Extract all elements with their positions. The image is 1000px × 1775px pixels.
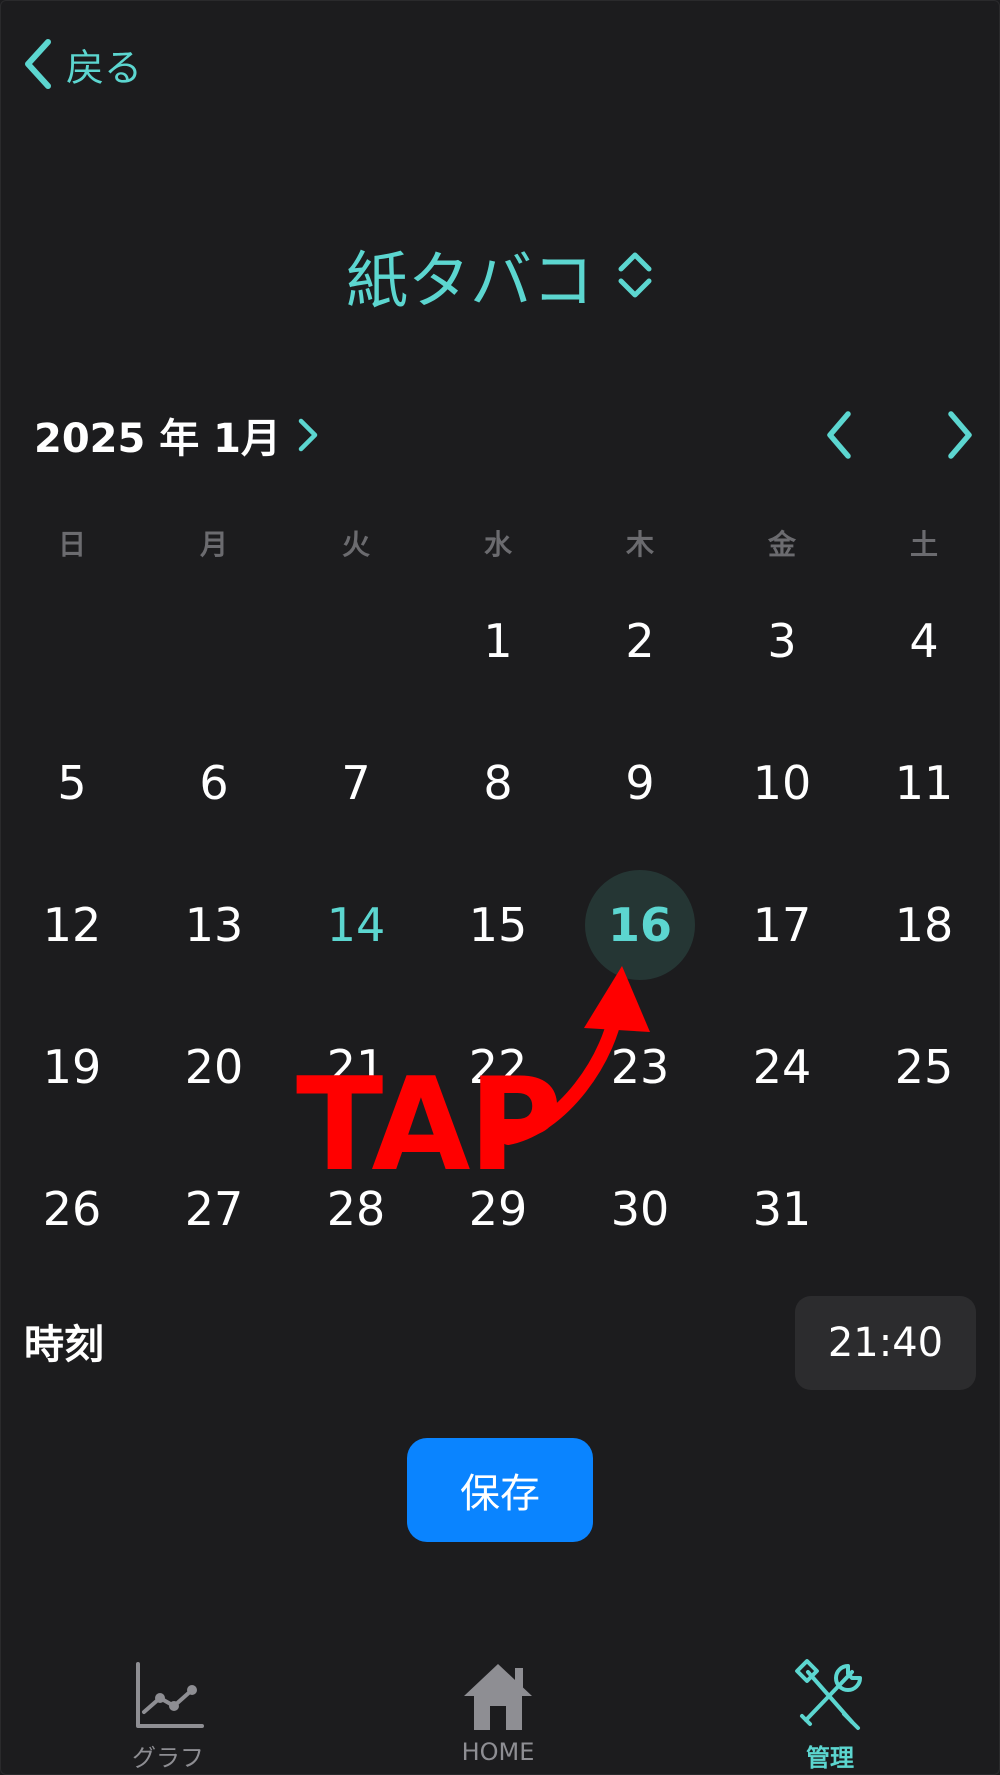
next-month-button[interactable] (930, 405, 990, 465)
calendar-day[interactable]: 9 (585, 728, 695, 838)
up-down-chevron-icon (618, 252, 652, 298)
weekday-label: 日 (57, 528, 86, 561)
calendar-day[interactable]: 25 (869, 1012, 979, 1122)
calendar-day[interactable]: 3 (727, 586, 837, 696)
tab-home-label: HOME (461, 1738, 535, 1766)
calendar-day[interactable]: 14 (301, 870, 411, 980)
calendar-day[interactable]: 11 (869, 728, 979, 838)
weekday-label: 水 (483, 528, 512, 561)
calendar-day[interactable]: 7 (301, 728, 411, 838)
chart-icon (136, 1662, 204, 1728)
calendar-day[interactable]: 24 (727, 1012, 837, 1122)
weekday-label: 土 (909, 528, 938, 561)
category-selector[interactable]: 紙タバコ (0, 230, 1000, 320)
tab-manage-label: 管理 (806, 1744, 854, 1772)
calendar-day[interactable]: 1 (443, 586, 553, 696)
calendar-day[interactable]: 18 (869, 870, 979, 980)
calendar-day[interactable]: 2 (585, 586, 695, 696)
calendar-day[interactable]: 5 (17, 728, 127, 838)
calendar-day[interactable]: 12 (17, 870, 127, 980)
time-picker[interactable]: 21:40 (795, 1296, 976, 1390)
calendar-day[interactable]: 10 (727, 728, 837, 838)
calendar-day[interactable]: 23 (585, 1012, 695, 1122)
chevron-left-icon (25, 39, 51, 89)
chevron-right-icon (298, 418, 318, 452)
weekday-label: 金 (767, 528, 796, 561)
weekday-label: 火 (341, 528, 370, 561)
calendar-day[interactable]: 30 (585, 1154, 695, 1264)
weekday-label: 木 (625, 528, 654, 561)
chevron-right-icon (948, 411, 972, 459)
chevron-left-icon (827, 411, 851, 459)
weekday-header: 日月火水木金土 (0, 520, 1000, 570)
calendar-day[interactable]: 27 (159, 1154, 269, 1264)
back-button[interactable]: 戻る (22, 34, 142, 94)
calendar-day[interactable]: 31 (727, 1154, 837, 1264)
calendar-day[interactable]: 6 (159, 728, 269, 838)
tab-manage[interactable]: 管理 (750, 1658, 910, 1773)
tools-icon (795, 1659, 862, 1730)
home-icon (464, 1664, 532, 1730)
calendar-day[interactable]: 8 (443, 728, 553, 838)
weekday-label: 月 (199, 528, 228, 561)
calendar-day[interactable]: 4 (869, 586, 979, 696)
time-label: 時刻 (24, 1322, 104, 1368)
calendar-day-selected[interactable]: 16 (585, 870, 695, 980)
tap-annotation-label: TAP (296, 1051, 562, 1200)
save-button[interactable]: 保存 (407, 1438, 593, 1542)
calendar-day[interactable]: 15 (443, 870, 553, 980)
calendar-day[interactable]: 20 (159, 1012, 269, 1122)
month-picker-button[interactable]: 2025 年 1月 (34, 405, 319, 465)
previous-month-button[interactable] (809, 405, 869, 465)
tab-graph-label: グラフ (132, 1744, 204, 1772)
month-label: 2025 年 1月 (34, 416, 282, 462)
page-title: 紙タバコ (345, 244, 594, 317)
calendar-day[interactable]: 26 (17, 1154, 127, 1264)
back-label: 戻る (66, 45, 143, 90)
calendar-day[interactable]: 17 (727, 870, 837, 980)
calendar-day[interactable]: 19 (17, 1012, 127, 1122)
tab-home[interactable]: HOME (418, 1658, 578, 1766)
calendar-day[interactable]: 13 (159, 870, 269, 980)
tab-graph[interactable]: グラフ (88, 1658, 248, 1773)
